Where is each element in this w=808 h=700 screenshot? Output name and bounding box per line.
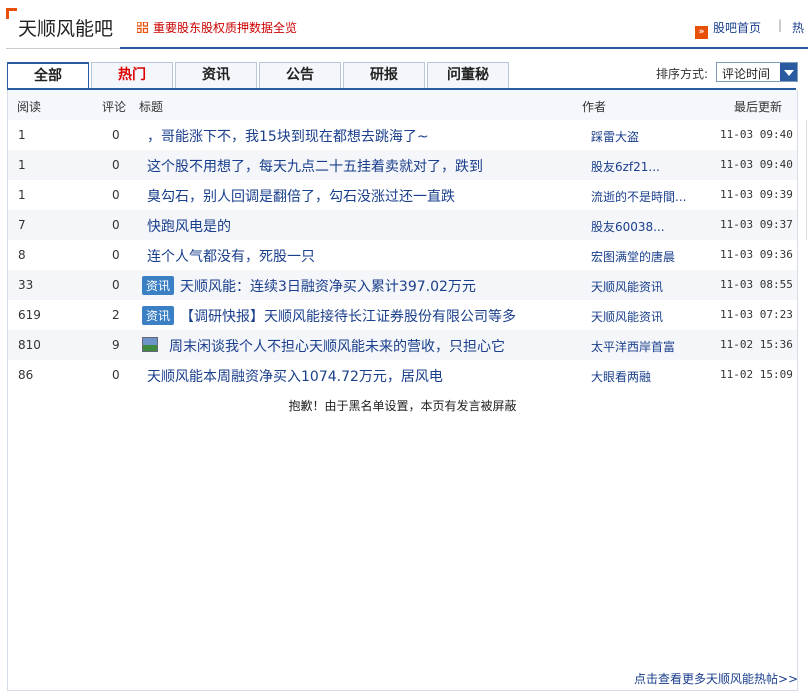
corner-mark: [6, 8, 17, 19]
col-reads: 阅读: [17, 100, 42, 114]
comment-count: 2: [112, 308, 120, 322]
read-count: 86: [18, 368, 34, 382]
tab-research[interactable]: 研报: [343, 62, 425, 88]
tab-bar: 全部 热门 资讯 公告 研报 问董秘: [7, 62, 511, 89]
tab-announcements[interactable]: 公告: [259, 62, 341, 88]
hot-link[interactable]: 热: [792, 19, 804, 36]
chevron-down-icon[interactable]: [780, 63, 797, 81]
post-updated: 11-03 09:39: [720, 188, 793, 201]
news-badge: 资讯: [142, 306, 175, 325]
post-title-wrap[interactable]: 资讯 【调研快报】天顺风能接待长江证券股份有限公司等多: [142, 306, 516, 326]
comment-count: 0: [112, 188, 120, 202]
table-row: 810 9 周末闲谈我个人不担心天顺风能未来的营收，只担心它 太平洋西岸首富 1…: [8, 330, 797, 360]
post-updated: 11-03 09:40: [720, 158, 793, 171]
column-header: 阅读 评论 标题 作者 最后更新: [8, 90, 797, 120]
comment-count: 0: [112, 368, 120, 382]
table-row: 1 0 这个股不用想了，每天九点二十五挂着卖就对了，跌到 股友6zf21... …: [8, 150, 797, 180]
promo-text: 重要股东股权质押数据全览: [153, 21, 298, 35]
post-title[interactable]: 【调研快报】天顺风能接待长江证券股份有限公司等多: [180, 309, 516, 325]
post-title[interactable]: 天顺风能：连续3日融资净买入累计397.02万元: [180, 279, 476, 295]
post-title[interactable]: 快跑风电是的: [147, 216, 231, 236]
post-author[interactable]: 太平洋西岸首富: [591, 338, 675, 355]
post-author[interactable]: 天顺风能资讯: [591, 278, 663, 295]
post-title[interactable]: 这个股不用想了，每天九点二十五挂着卖就对了，跌到: [147, 156, 483, 176]
col-comments: 评论: [102, 100, 127, 114]
forum-title: 天顺风能吧: [18, 18, 114, 40]
comment-count: 0: [112, 248, 120, 262]
comment-count: 0: [112, 128, 120, 142]
more-posts-link[interactable]: 点击查看更多天顺风能热帖>>: [634, 670, 798, 687]
comment-count: 0: [112, 278, 120, 292]
post-updated: 11-03 09:40: [720, 128, 793, 141]
col-author: 作者: [582, 100, 607, 114]
table-row: 1 0 ，哥能涨下不，我15块到现在都想去跳海了~ 踩雷大盗 11-03 09:…: [8, 120, 797, 150]
grid-icon: [137, 22, 148, 33]
read-count: 1: [18, 158, 26, 172]
scroll-edge: [806, 120, 807, 240]
post-author[interactable]: 大眼看两融: [591, 368, 651, 385]
col-title: 标题: [139, 100, 164, 114]
table-row: 86 0 天顺风能本周融资净买入1074.72万元，居风电 大眼看两融 11-0…: [8, 360, 797, 390]
post-author[interactable]: 流逝的不是時間...: [591, 188, 686, 205]
table-row: 619 2 资讯 【调研快报】天顺风能接待长江证券股份有限公司等多 天顺风能资讯 …: [8, 300, 797, 330]
post-title-wrap[interactable]: 周末闲谈我个人不担心天顺风能未来的营收，只担心它: [142, 336, 505, 356]
table-row: 8 0 连个人气都没有，死股一只 宏图满堂的唐晨 11-03 09:36: [8, 240, 797, 270]
header-underline: [120, 47, 808, 49]
header-divider: [6, 48, 120, 49]
read-count: 1: [18, 128, 26, 142]
tab-hot[interactable]: 热门: [91, 62, 173, 88]
sort-value: 评论时间: [722, 67, 771, 81]
post-title[interactable]: ，哥能涨下不，我15块到现在都想去跳海了~: [147, 126, 429, 146]
read-count: 8: [18, 248, 26, 262]
post-author[interactable]: 宏图满堂的唐晨: [591, 248, 675, 265]
forum-home-link[interactable]: » 股吧首页: [695, 19, 761, 39]
post-title-wrap[interactable]: 资讯 天顺风能：连续3日融资净买入累计397.02万元: [142, 276, 476, 296]
post-updated: 11-03 09:36: [720, 248, 793, 261]
tab-all[interactable]: 全部: [7, 62, 89, 89]
post-author[interactable]: 天顺风能资讯: [591, 308, 663, 325]
home-link-label: 股吧首页: [713, 21, 762, 35]
post-updated: 11-03 07:23: [720, 308, 793, 321]
post-title[interactable]: 天顺风能本周融资净买入1074.72万元，居风电: [147, 366, 443, 386]
tab-ask-secretary[interactable]: 问董秘: [427, 62, 509, 88]
post-title[interactable]: 连个人气都没有，死股一只: [147, 246, 315, 266]
post-author[interactable]: 股友60038...: [591, 218, 665, 235]
sort-select[interactable]: 评论时间: [716, 62, 798, 82]
post-title[interactable]: 周末闲谈我个人不担心天顺风能未来的营收，只担心它: [169, 339, 505, 355]
comment-count: 0: [112, 158, 120, 172]
comment-count: 9: [112, 338, 120, 352]
promo-link[interactable]: 重要股东股权质押数据全览: [137, 19, 297, 36]
post-title[interactable]: 臭勾石，别人回调是翻倍了，勾石没涨过还一直跌: [147, 186, 455, 206]
comment-count: 0: [112, 218, 120, 232]
news-badge: 资讯: [142, 276, 175, 295]
blocked-notice: 抱歉！由于黑名单设置，本页有发言被屏蔽: [288, 399, 517, 413]
col-updated: 最后更新: [734, 100, 783, 114]
post-updated: 11-03 08:55: [720, 278, 793, 291]
separator: |: [778, 18, 783, 32]
post-author[interactable]: 踩雷大盗: [591, 128, 639, 145]
table-row: 7 0 快跑风电是的 股友60038... 11-03 09:37: [8, 210, 797, 240]
post-updated: 11-02 15:36: [720, 338, 793, 351]
sort-label: 排序方式:: [656, 67, 709, 81]
post-author[interactable]: 股友6zf21...: [591, 158, 660, 175]
table-row: 1 0 臭勾石，别人回调是翻倍了，勾石没涨过还一直跌 流逝的不是時間... 11…: [8, 180, 797, 210]
read-count: 7: [18, 218, 26, 232]
image-icon: [142, 337, 158, 352]
post-updated: 11-02 15:09: [720, 368, 793, 381]
post-updated: 11-03 09:37: [720, 218, 793, 231]
post-list: 阅读 评论 标题 作者 最后更新 1 0 ，哥能涨下不，我15块到现在都想去跳海…: [7, 90, 798, 691]
double-arrow-icon: »: [695, 26, 708, 39]
read-count: 33: [18, 278, 34, 292]
read-count: 619: [18, 308, 41, 322]
tab-news[interactable]: 资讯: [175, 62, 257, 88]
read-count: 1: [18, 188, 26, 202]
read-count: 810: [18, 338, 41, 352]
table-row: 33 0 资讯 天顺风能：连续3日融资净买入累计397.02万元 天顺风能资讯 1…: [8, 270, 797, 300]
